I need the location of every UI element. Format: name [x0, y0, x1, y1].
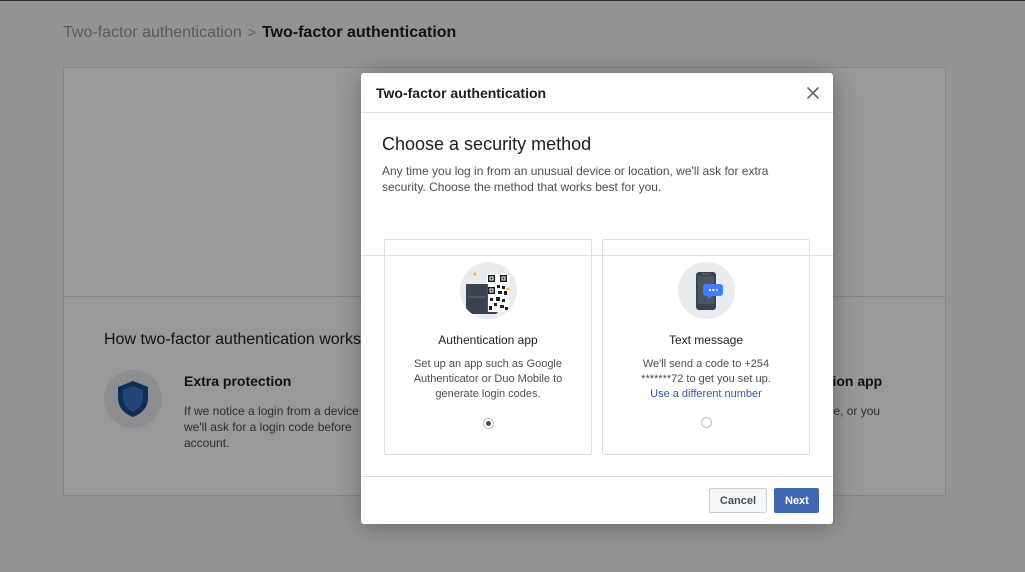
method-options: Authentication app Set up an app such as…	[384, 239, 810, 455]
option-description: We'll send a code to +254 *******72 to g…	[623, 357, 789, 402]
dialog-description: Any time you log in from an unusual devi…	[382, 164, 769, 194]
phone-message-icon	[678, 262, 735, 319]
option-description-text: We'll send a code to +254 *******72 to g…	[641, 358, 771, 385]
radio-text-message[interactable]	[701, 417, 712, 428]
option-title: Text message	[668, 333, 744, 347]
dialog-heading: Choose a security method	[382, 134, 592, 154]
close-button[interactable]	[803, 83, 823, 103]
qr-code-icon	[460, 262, 517, 319]
option-title: Authentication app	[438, 333, 538, 347]
option-description: Set up an app such as Google Authenticat…	[413, 358, 563, 400]
close-icon	[807, 87, 819, 99]
dialog-header: Two-factor authentication	[361, 73, 833, 113]
next-button[interactable]: Next	[774, 488, 819, 513]
dialog-footer: Cancel Next	[361, 476, 833, 524]
security-method-dialog: Two-factor authentication Choose a secur…	[361, 73, 833, 524]
radio-authentication-app[interactable]	[483, 418, 494, 429]
option-authentication-app[interactable]: Authentication app Set up an app such as…	[384, 239, 592, 455]
option-text-message[interactable]: Text message We'll send a code to +254 *…	[602, 239, 810, 455]
cancel-button[interactable]: Cancel	[708, 488, 767, 513]
dialog-title: Two-factor authentication	[376, 85, 547, 101]
dialog-intro: Choose a security method Any time you lo…	[361, 113, 833, 256]
use-different-number-link[interactable]: Use a different number	[623, 387, 789, 402]
